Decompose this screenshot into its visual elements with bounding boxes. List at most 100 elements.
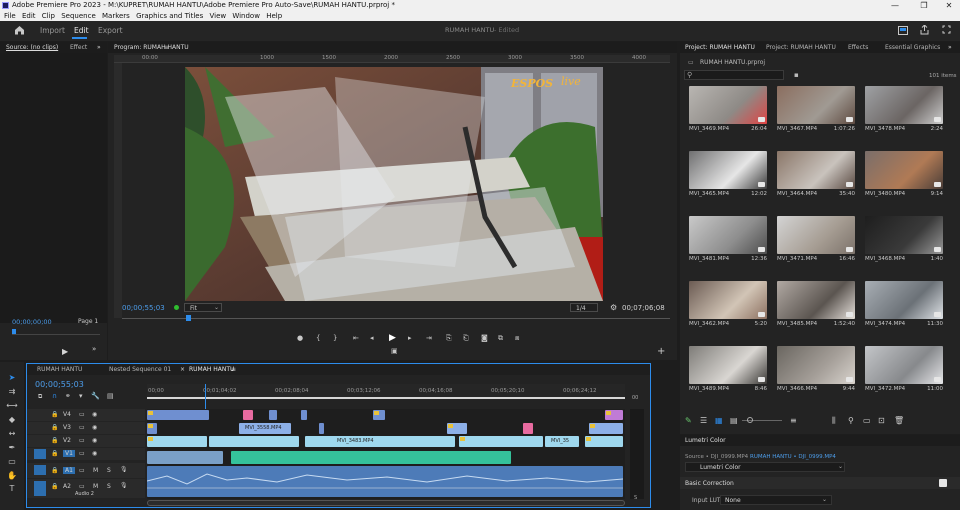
project-clip-thumbnail[interactable] xyxy=(865,151,943,189)
timeline-clip[interactable] xyxy=(269,410,277,420)
tab-effect-controls[interactable]: Effect xyxy=(70,42,87,53)
project-clip-thumbnail[interactable] xyxy=(689,346,767,384)
lock-icon[interactable]: 🔒 xyxy=(51,437,58,444)
timeline-clip[interactable] xyxy=(605,410,623,420)
go-to-in-icon[interactable]: ⇤ xyxy=(353,334,359,342)
play-icon[interactable]: ▶ xyxy=(389,333,396,343)
menu-file[interactable]: File xyxy=(4,12,16,20)
lumetri-source[interactable]: Source • DJI_0999.MP4 xyxy=(685,454,748,460)
list-view-icon[interactable]: ☰ xyxy=(700,416,707,425)
project-search-input[interactable]: ⚲ xyxy=(684,70,784,80)
new-item-icon[interactable]: ⊡ xyxy=(878,416,885,425)
captions-icon[interactable]: ▤ xyxy=(107,392,114,400)
pencil-icon[interactable]: ✎ xyxy=(685,416,692,425)
project-clip-thumbnail[interactable] xyxy=(865,346,943,384)
source-play-icon[interactable]: ▶ xyxy=(62,347,68,356)
timeline-horizontal-scrollbar[interactable] xyxy=(147,500,625,506)
eye-icon[interactable]: ◉ xyxy=(92,424,97,431)
hand-tool-icon[interactable]: ✋ xyxy=(6,471,18,482)
multicam-icon[interactable]: ▣ xyxy=(391,347,398,355)
add-marker-icon[interactable]: ● xyxy=(297,334,303,342)
eye-icon[interactable]: ◉ xyxy=(92,411,97,418)
source-timecode[interactable]: 00;00;00;00 xyxy=(12,318,52,326)
timeline-clip[interactable] xyxy=(523,423,533,434)
sync-lock-icon[interactable]: ▭ xyxy=(79,483,85,490)
timeline-clip[interactable] xyxy=(147,436,207,447)
new-bin-icon[interactable]: ▭ xyxy=(863,416,871,425)
timeline-clip[interactable] xyxy=(147,410,209,420)
project-clip-thumbnail[interactable] xyxy=(689,216,767,254)
menu-markers[interactable]: Markers xyxy=(102,12,130,20)
audio-clip[interactable] xyxy=(147,451,223,464)
go-to-out-icon[interactable]: ⇥ xyxy=(426,334,432,342)
timeline-clip[interactable] xyxy=(459,436,543,447)
selection-tool-icon[interactable]: ➤ xyxy=(6,373,18,384)
zoom-slider-thumb[interactable] xyxy=(747,417,753,423)
project-clip-thumbnail[interactable] xyxy=(689,281,767,319)
panel-overflow-icon[interactable]: » xyxy=(948,42,952,53)
timeline-clip[interactable] xyxy=(147,423,157,434)
lift-icon[interactable]: ⎘ xyxy=(446,334,452,343)
mute-button[interactable]: M xyxy=(93,483,98,490)
eye-icon[interactable]: ◉ xyxy=(92,437,97,444)
timeline-menu-icon[interactable]: ≡ xyxy=(231,364,236,375)
project-clip-thumbnail[interactable] xyxy=(865,86,943,124)
lock-icon[interactable]: 🔒 xyxy=(51,411,58,418)
menu-graphics[interactable]: Graphics and Titles xyxy=(136,12,203,20)
mark-out-icon[interactable]: } xyxy=(333,334,337,342)
lumetri-effect-select[interactable]: Lumetri Color ⌄ xyxy=(685,462,845,472)
microphone-icon[interactable]: 🎙 xyxy=(120,482,128,489)
project-clip-thumbnail[interactable] xyxy=(777,216,855,254)
automate-icon[interactable]: ⫼ xyxy=(832,416,836,426)
workspace-edit[interactable]: Edit xyxy=(74,26,89,35)
vr-video-icon[interactable]: ⧈ xyxy=(515,334,519,343)
slip-tool-icon[interactable]: ↔ xyxy=(6,429,18,440)
tab-effects[interactable]: Effects xyxy=(848,42,868,53)
add-marker-icon[interactable]: ▾ xyxy=(79,392,83,400)
project-clip-thumbnail[interactable] xyxy=(865,281,943,319)
minimize-button[interactable]: — xyxy=(888,0,902,11)
button-editor-icon[interactable]: + xyxy=(657,346,665,357)
timeline-clip[interactable] xyxy=(447,423,467,434)
program-video-frame[interactable]: ESPOS live xyxy=(185,67,603,301)
zoom-select[interactable]: Fit ⌄ xyxy=(184,303,222,312)
scrollbar-thumb[interactable] xyxy=(147,500,625,506)
project-clip-thumbnail[interactable] xyxy=(689,86,767,124)
audio-clip[interactable] xyxy=(231,451,511,464)
menu-view[interactable]: View xyxy=(209,12,226,20)
fullscreen-icon[interactable] xyxy=(942,25,951,35)
timeline-clip[interactable]: MVI_3483.MP4 xyxy=(305,436,455,447)
lock-icon[interactable]: 🔒 xyxy=(51,467,58,474)
tab-essential-graphics[interactable]: Essential Graphics xyxy=(885,42,940,53)
work-area-bar[interactable] xyxy=(147,397,625,399)
timeline-clip[interactable]: MVI_3558.MP4 xyxy=(239,423,291,434)
step-forward-icon[interactable]: ▸ xyxy=(408,334,412,342)
extract-icon[interactable]: ⎗ xyxy=(463,334,469,343)
nest-icon[interactable]: ⧉ xyxy=(38,393,42,401)
tab-sequence-rumah-hantu[interactable]: RUMAH HANTU xyxy=(37,364,82,375)
find-icon[interactable]: ⚲ xyxy=(848,416,854,425)
menu-help[interactable]: Help xyxy=(266,12,282,20)
tab-source[interactable]: Source: (no clips) xyxy=(6,42,58,53)
pen-tool-icon[interactable]: ✒ xyxy=(6,443,18,454)
sort-icon[interactable]: ≡ xyxy=(790,416,797,425)
razor-tool-icon[interactable]: ◆ xyxy=(6,415,18,426)
program-scrubber[interactable] xyxy=(122,318,670,319)
timeline-clip[interactable] xyxy=(243,410,253,420)
ripple-edit-tool-icon[interactable]: ⟷ xyxy=(6,401,18,412)
camera-icon[interactable]: ◙ xyxy=(481,334,488,342)
source-scrubber[interactable] xyxy=(12,334,100,335)
source-patch-v1[interactable] xyxy=(34,449,46,459)
timeline-tracks-area[interactable]: MVI_3558.MP4 MVI_3483.MP4 MVI_35 xyxy=(147,409,625,499)
mute-button[interactable]: M xyxy=(93,467,98,474)
panel-overflow-icon[interactable]: » xyxy=(97,42,101,53)
basic-correction-checkbox[interactable] xyxy=(939,479,947,487)
project-clip-thumbnail[interactable] xyxy=(777,86,855,124)
snap-icon[interactable]: ∩ xyxy=(52,392,57,400)
menu-window[interactable]: Window xyxy=(232,12,260,20)
menu-sequence[interactable]: Sequence xyxy=(61,12,96,20)
freeform-view-icon[interactable]: ▤ xyxy=(730,416,738,425)
tab-nested-sequence[interactable]: Nested Sequence 01 xyxy=(109,364,171,375)
timeline-clip[interactable] xyxy=(319,423,324,434)
type-tool-icon[interactable]: T xyxy=(6,484,18,495)
